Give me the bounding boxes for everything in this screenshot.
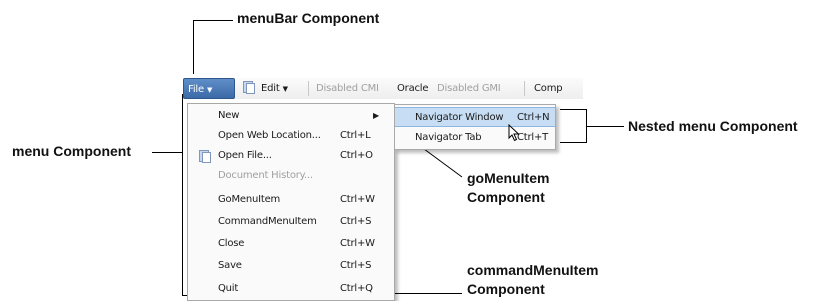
nested-submenu: Navigator Window Ctrl+N Navigator Tab Ct… (394, 104, 556, 150)
menu-item-label: Close (218, 238, 245, 249)
comp-menu-item[interactable]: Comp (534, 78, 563, 99)
menu-item-label: Quit (218, 283, 239, 294)
menu-item-shortcut: Ctrl+O (340, 150, 373, 161)
menu-item-label: Open File... (218, 150, 272, 161)
file-menu-label: File (188, 84, 204, 95)
menu-item-document-history: Document History... (188, 166, 394, 186)
chevron-down-icon: ▼ (282, 85, 288, 93)
mouse-cursor-icon (508, 124, 520, 142)
submenu-item-label: Navigator Tab (415, 132, 482, 143)
menu-item-shortcut: Ctrl+W (340, 238, 375, 249)
menu-item-label: Save (218, 260, 242, 271)
menu-item-shortcut: Ctrl+S (340, 216, 372, 227)
menu-item-close[interactable]: Close Ctrl+W (188, 234, 394, 254)
submenu-arrow-icon: ▶ (373, 111, 379, 120)
menu-item-quit[interactable]: Quit Ctrl+Q (188, 279, 394, 299)
submenu-item-shortcut: Ctrl+T (517, 132, 549, 143)
menu-item-shortcut: Ctrl+S (340, 260, 372, 271)
disabled-cmi-item: Disabled CMI (316, 83, 379, 94)
submenu-item-shortcut: Ctrl+N (517, 112, 550, 123)
menu-item-label: CommandMenuItem (218, 216, 317, 227)
menu-item-label: Open Web Location... (218, 130, 321, 141)
menu-item-commandmenuitem[interactable]: CommandMenuItem Ctrl+S (188, 212, 394, 232)
disabled-gmi-item: Disabled GMI (437, 83, 501, 94)
menubar-separator (524, 81, 525, 96)
edit-menu-label: Edit (260, 83, 280, 94)
menu-item-open-web-location[interactable]: Open Web Location... Ctrl+L (188, 126, 394, 146)
menu-item-new[interactable]: New ▶ (188, 106, 394, 126)
submenu-item-navigator-tab[interactable]: Navigator Tab Ctrl+T (395, 128, 555, 148)
menu-item-shortcut: Ctrl+L (340, 130, 371, 141)
edit-menu-button[interactable]: Edit ▼ (243, 78, 288, 99)
menu-item-shortcut: Ctrl+Q (340, 283, 373, 294)
submenu-item-label: Navigator Window (415, 112, 504, 123)
file-menu-button[interactable]: File ▼ (183, 78, 235, 99)
menu-item-shortcut: Ctrl+W (340, 194, 375, 205)
menu-item-label: Document History... (218, 170, 313, 181)
menu-item-label: New (218, 110, 240, 121)
menu-item-gomenuitem[interactable]: GoMenuItem Ctrl+W (188, 190, 394, 210)
menu-item-open-file[interactable]: Open File... Ctrl+O (188, 146, 394, 166)
menu-item-save[interactable]: Save Ctrl+S (188, 256, 394, 276)
oracle-menu-item[interactable]: Oracle (397, 78, 429, 99)
menu-item-label: GoMenuItem (218, 194, 281, 205)
menubar-separator (308, 81, 309, 96)
submenu-item-navigator-window[interactable]: Navigator Window Ctrl+N (395, 107, 555, 127)
file-dropdown-menu: New ▶ Open Web Location... Ctrl+L Open F… (187, 103, 395, 301)
document-icon (243, 81, 255, 94)
menu-bar: File ▼ Edit ▼ Disabled CMI Oracle Disabled… (183, 78, 583, 99)
chevron-down-icon: ▼ (206, 86, 213, 94)
document-icon (199, 150, 211, 163)
